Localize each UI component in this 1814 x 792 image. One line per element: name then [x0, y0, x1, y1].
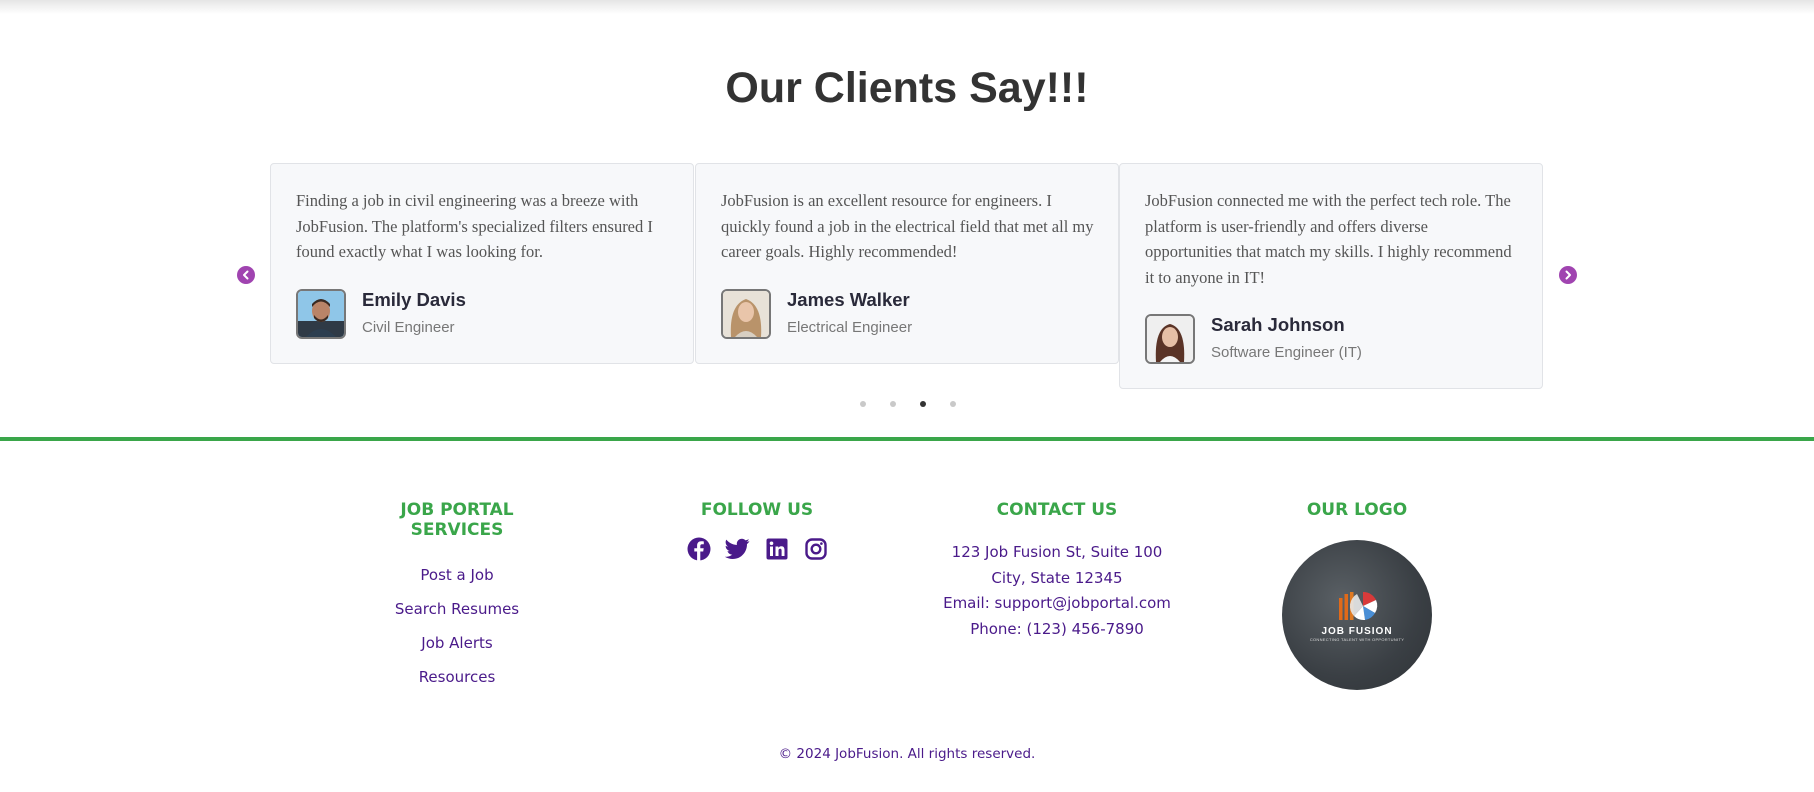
contact-phone[interactable]: Phone: (123) 456-7890: [907, 617, 1207, 643]
linkedin-icon[interactable]: [764, 536, 789, 561]
testimonial-author: Emily Davis Civil Engineer: [296, 288, 669, 339]
instagram-icon[interactable]: [803, 536, 828, 561]
testimonial-card: Finding a job in civil engineering was a…: [270, 163, 694, 364]
contact-heading: CONTACT US: [996, 500, 1118, 520]
testimonial-quote: JobFusion is an excellent resource for e…: [721, 191, 1094, 262]
logo-tagline: CONNECTING TALENT WITH OPPORTUNITY: [1309, 637, 1405, 642]
author-name: Sarah Johnson: [1211, 314, 1345, 336]
chevron-left-icon: [243, 270, 249, 280]
carousel-dot[interactable]: [890, 401, 896, 407]
testimonial-quote: Finding a job in civil engineering was a…: [296, 191, 653, 262]
testimonial-author: Sarah Johnson Software Engineer (IT): [1145, 314, 1518, 365]
footer-services: JOB PORTAL SERVICES Post a Job Search Re…: [357, 500, 557, 694]
carousel-dot[interactable]: [860, 401, 866, 407]
social-links: [657, 536, 857, 561]
footer-link-post-job[interactable]: Post a Job: [357, 558, 557, 592]
logo-mark-icon: [1339, 591, 1378, 621]
follow-heading: FOLLOW US: [700, 500, 814, 520]
avatar: [721, 288, 771, 339]
footer-link-search-resumes[interactable]: Search Resumes: [357, 592, 557, 626]
footer-link-resources[interactable]: Resources: [357, 660, 557, 694]
carousel-dot[interactable]: [950, 401, 956, 407]
testimonial-card: JobFusion connected me with the perfect …: [1119, 163, 1543, 389]
contact-address-line1: 123 Job Fusion St, Suite 100: [951, 543, 1163, 561]
testimonial-carousel: Finding a job in civil engineering was a…: [270, 163, 1543, 393]
footer-follow: FOLLOW US: [657, 500, 857, 561]
chevron-right-icon: [1565, 270, 1571, 280]
author-role: Civil Engineer: [362, 318, 455, 336]
author-name: Emily Davis: [362, 288, 466, 310]
testimonial-author: James Walker Electrical Engineer: [721, 288, 1094, 339]
company-logo: JOB FUSION CONNECTING TALENT WITH OPPORT…: [1282, 540, 1432, 690]
carousel-next-button[interactable]: [1559, 266, 1577, 284]
footer-divider: [0, 437, 1814, 441]
logo-brand: JOB FUSION: [1321, 626, 1393, 637]
author-role: Electrical Engineer: [787, 318, 913, 336]
contact-email[interactable]: Email: support@jobportal.com: [907, 591, 1207, 617]
facebook-icon[interactable]: [686, 536, 711, 561]
testimonials-title: Our Clients Say!!!: [725, 64, 1089, 112]
footer-contact: CONTACT US 123 Job Fusion St, Suite 100 …: [907, 500, 1207, 642]
header-shadow: [0, 0, 1814, 14]
logo-heading: OUR LOGO: [1306, 500, 1408, 520]
copyright-text: © 2024 JobFusion. All rights reserved.: [778, 746, 1036, 762]
author-name: James Walker: [787, 288, 910, 310]
contact-address-line2: City, State 12345: [991, 568, 1123, 587]
twitter-icon[interactable]: [725, 536, 750, 561]
carousel-pagination: [0, 401, 1814, 407]
author-role: Software Engineer (IT): [1211, 344, 1362, 362]
testimonial-card: JobFusion is an excellent resource for e…: [695, 163, 1119, 364]
avatar: [1145, 314, 1195, 365]
carousel-dot-active[interactable]: [920, 401, 926, 407]
footer-link-job-alerts[interactable]: Job Alerts: [357, 626, 557, 660]
footer-logo: OUR LOGO JOB FUSION CONNECTING TALENT WI…: [1257, 500, 1457, 690]
avatar: [296, 288, 346, 339]
carousel-prev-button[interactable]: [237, 266, 255, 284]
testimonial-quote: JobFusion connected me with the perfect …: [1145, 191, 1512, 287]
services-heading: JOB PORTAL SERVICES: [400, 500, 514, 540]
